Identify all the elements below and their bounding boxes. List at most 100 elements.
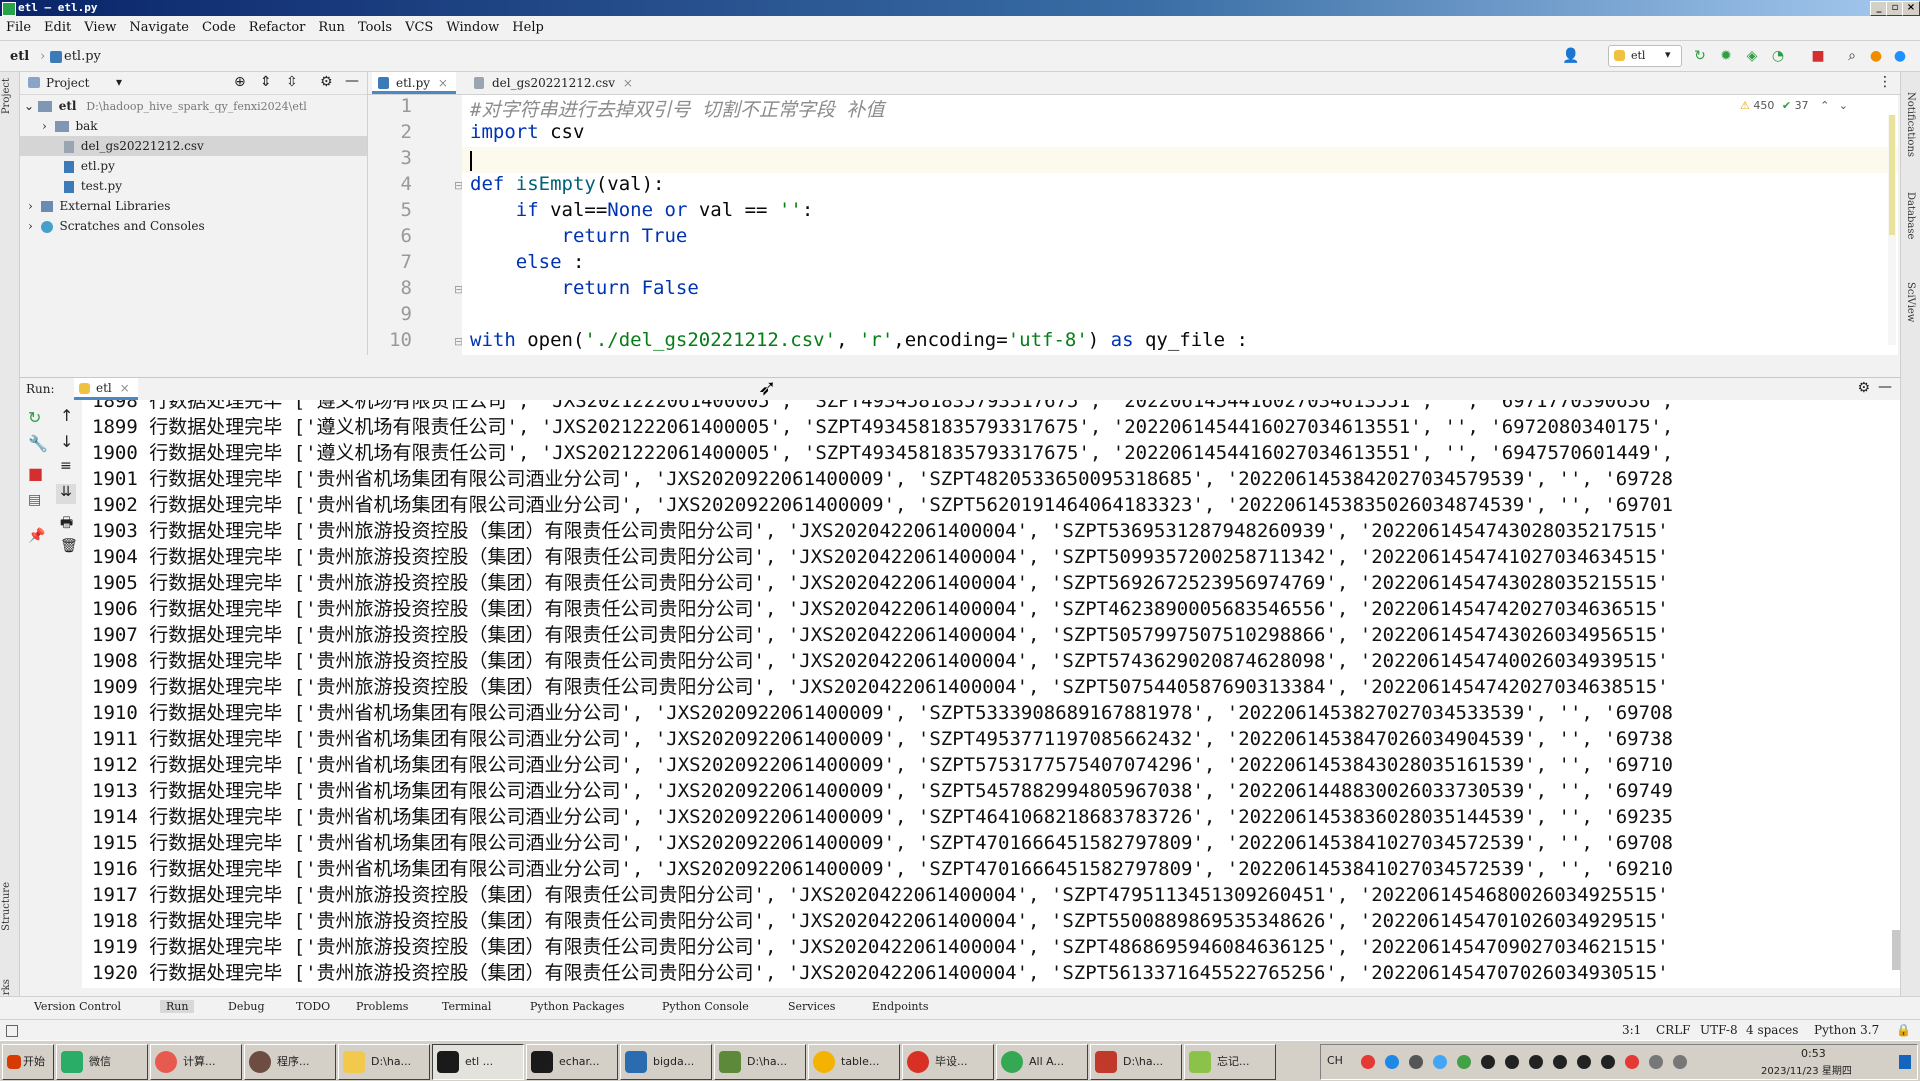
bottom-tab-python-packages[interactable]: Python Packages (530, 1000, 624, 1013)
chevron-down-icon[interactable]: ▾ (116, 75, 122, 89)
more-icon[interactable]: ⋮ (1878, 74, 1892, 90)
down-arrow-icon[interactable]: ↓ (60, 432, 73, 451)
task-thesis[interactable]: 毕设... (902, 1044, 994, 1080)
layout-toggle-icon[interactable] (6, 1025, 18, 1037)
breadcrumb-file[interactable]: etl.py (64, 49, 101, 64)
tray-icon[interactable] (1361, 1055, 1375, 1069)
task-calculator[interactable]: 计算... (150, 1044, 242, 1080)
start-button[interactable]: 开始 (2, 1044, 54, 1080)
close-icon[interactable]: × (623, 76, 633, 90)
bottom-tab-todo[interactable]: TODO (296, 1000, 330, 1013)
search-icon[interactable]: ⌕ (1844, 48, 1860, 64)
tree-item-etl-py[interactable]: etl.py (64, 156, 115, 176)
task-explorer-3[interactable]: D:\ha... (1090, 1044, 1182, 1080)
rerun-icon[interactable]: ↻ (28, 408, 41, 427)
task-notes[interactable]: 忘记... (1184, 1044, 1276, 1080)
menu-file[interactable]: File (0, 16, 38, 35)
menu-vcs[interactable]: VCS (399, 16, 440, 35)
tree-item-external-libraries[interactable]: › External Libraries (28, 196, 170, 216)
expand-all-icon[interactable]: ⇕ (260, 74, 272, 90)
jetbrains-icon[interactable]: ● (1892, 48, 1908, 64)
menu-code[interactable]: Code (196, 16, 243, 35)
menu-navigate[interactable]: Navigate (123, 16, 196, 35)
user-icon[interactable]: 👤 (1562, 48, 1579, 64)
collapse-all-icon[interactable]: ⇳ (286, 74, 298, 90)
side-tab-project[interactable]: Project (1, 78, 12, 114)
scroll-to-end-icon[interactable]: ⇊ (56, 484, 76, 504)
tab-etl-py[interactable]: etl.py × (372, 72, 456, 94)
pin-icon[interactable]: 📌 (28, 528, 45, 544)
trash-icon[interactable]: 🗑 (60, 538, 78, 554)
task-pycharm-etl[interactable]: etl ... (432, 1044, 524, 1080)
print-icon[interactable]: 🖶 (60, 512, 73, 536)
close-icon[interactable]: × (438, 76, 448, 90)
task-bigdata[interactable]: bigda... (620, 1044, 712, 1080)
menu-tools[interactable]: Tools (352, 16, 399, 35)
clock-date[interactable]: 2023/11/23 星期四 (1761, 1062, 1852, 1077)
tray-icon[interactable] (1625, 1055, 1639, 1069)
breadcrumb-project[interactable]: etl (10, 49, 29, 64)
ime-indicator[interactable]: CH (1327, 1054, 1343, 1067)
side-tab-notifications[interactable]: Notifications (1905, 92, 1916, 157)
lock-icon[interactable]: 🔒 (1896, 1023, 1911, 1037)
bottom-tab-terminal[interactable]: Terminal (442, 1000, 491, 1013)
menu-edit[interactable]: Edit (38, 16, 78, 35)
chevron-up-icon[interactable]: ⌃ (1820, 99, 1829, 112)
debug-icon[interactable]: ✹ (1718, 48, 1734, 64)
hide-icon[interactable]: — (1878, 379, 1892, 395)
qq-icon[interactable] (1601, 1055, 1615, 1069)
wrench-icon[interactable]: 🔧 (28, 434, 48, 453)
qq-icon[interactable] (1577, 1055, 1591, 1069)
volume-icon[interactable] (1673, 1055, 1687, 1069)
gear-icon[interactable]: ⚙ (320, 74, 333, 90)
bottom-tab-services[interactable]: Services (788, 1000, 835, 1013)
close-icon[interactable]: × (120, 381, 130, 395)
menu-run[interactable]: Run (312, 16, 352, 35)
tray-icon[interactable] (1409, 1055, 1423, 1069)
tray-icon[interactable] (1385, 1055, 1399, 1069)
inspection-widget[interactable]: ⚠ 450 ✔ 37 ⌃ ⌄ (1740, 99, 1848, 112)
python-interpreter[interactable]: Python 3.7 (1814, 1023, 1879, 1037)
qq-icon[interactable] (1481, 1055, 1495, 1069)
code-editor[interactable]: #对字符串进行去掉双引号 切割不正常字段 补值 import csv def i… (462, 95, 1898, 355)
side-tab-database[interactable]: Database (1905, 192, 1916, 239)
file-encoding[interactable]: UTF-8 (1700, 1023, 1738, 1037)
run-tab-etl[interactable]: etl × (74, 378, 138, 400)
menu-help[interactable]: Help (506, 16, 551, 35)
gear-icon[interactable]: ⚙ (1857, 380, 1870, 396)
network-icon[interactable] (1649, 1055, 1663, 1069)
up-arrow-icon[interactable]: ↑ (60, 406, 73, 425)
tray-icon[interactable] (1457, 1055, 1471, 1069)
task-explorer-2[interactable]: D:\ha... (714, 1044, 806, 1080)
run-config-selector[interactable]: etl ▾ (1608, 45, 1682, 67)
tree-item-bak[interactable]: › bak (42, 116, 98, 136)
task-all-apps[interactable]: All A... (996, 1044, 1088, 1080)
tree-item-etl[interactable]: ⌄ etl D:\hadoop_hive_spark_qy_fenxi2024\… (24, 96, 307, 116)
bottom-tab-version-control[interactable]: Version Control (34, 1000, 121, 1013)
menu-window[interactable]: Window (440, 16, 506, 35)
update-icon[interactable]: ● (1868, 48, 1884, 64)
task-explorer-1[interactable]: D:\ha... (338, 1044, 430, 1080)
close-button[interactable]: × (1902, 1, 1920, 16)
console-scrollbar[interactable] (1892, 930, 1900, 970)
coverage-icon[interactable]: ◈ (1744, 48, 1760, 64)
menu-refactor[interactable]: Refactor (243, 16, 313, 35)
task-wechat[interactable]: 微信 (56, 1044, 148, 1080)
chevron-down-icon[interactable]: ⌄ (1839, 99, 1848, 112)
side-tab-structure[interactable]: Structure (1, 882, 12, 931)
indent-setting[interactable]: 4 spaces (1746, 1023, 1798, 1037)
qq-icon[interactable] (1529, 1055, 1543, 1069)
console-output[interactable]: 1898 行数据处理完毕 ['遵义机场有限责任公司', 'JXS20212220… (82, 400, 1900, 988)
line-separator[interactable]: CRLF (1656, 1023, 1691, 1037)
stop-icon[interactable]: ■ (28, 464, 43, 483)
tree-item-scratches[interactable]: › Scratches and Consoles (28, 216, 205, 236)
locate-icon[interactable]: ⊕ (234, 74, 246, 90)
qq-icon[interactable] (1553, 1055, 1567, 1069)
soft-wrap-icon[interactable]: ≡ (60, 458, 72, 474)
editor-scrollbar[interactable] (1888, 115, 1896, 345)
bottom-tab-endpoints[interactable]: Endpoints (872, 1000, 929, 1013)
tree-item-csv[interactable]: del_gs20221212.csv (20, 136, 367, 156)
profile-icon[interactable]: ◔ (1770, 48, 1786, 64)
task-program[interactable]: 程序... (244, 1044, 336, 1080)
qq-icon[interactable] (1505, 1055, 1519, 1069)
